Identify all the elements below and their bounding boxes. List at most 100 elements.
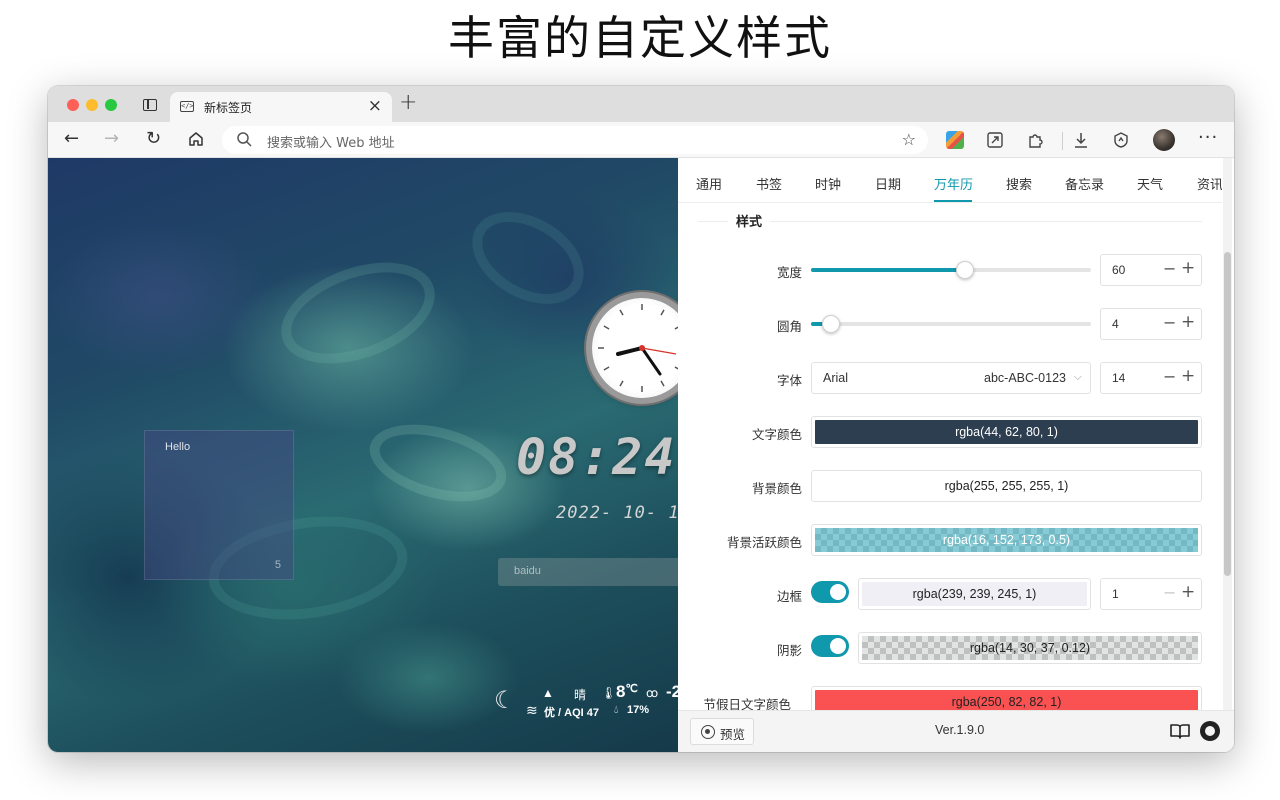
shadow-color-picker[interactable]: rgba(14, 30, 37, 0.12) [858,632,1202,664]
tab-weather[interactable]: 天气 [1137,174,1163,193]
eye-icon [701,725,715,739]
temperature: 8℃ [616,682,638,701]
forward-button[interactable]: → [104,128,119,149]
new-tab-page: Hello 5 08:24: 2022- 10- 10 星 [48,158,678,752]
extension-icon[interactable] [946,131,964,149]
bg-color-picker[interactable]: rgba(255, 255, 255, 1) [811,470,1202,502]
border-width-increment-button[interactable]: + [1181,582,1195,602]
bg-color-label: 背景颜色 [751,481,802,496]
aqi-value: 优 / AQI 47 [544,707,600,719]
humidity-value: 17% [627,704,650,716]
github-icon[interactable] [1200,721,1220,741]
tab-news[interactable]: 资讯 [1197,174,1222,193]
tab-search[interactable]: 搜索 [1006,174,1032,193]
more-menu-button[interactable]: ··· [1198,127,1218,148]
add-favorite-icon[interactable]: ☆ [902,130,916,149]
radius-value: 4 [1112,317,1119,331]
tab-memo[interactable]: 备忘录 [1065,174,1104,193]
font-size-value: 14 [1112,371,1126,385]
chevron-down-icon: ⌵ [1073,370,1082,383]
home-icon [189,132,203,146]
font-size-increment-button[interactable]: + [1181,366,1195,386]
tab-close-button[interactable]: × [368,96,382,116]
radius-slider[interactable] [811,315,1091,333]
radius-increment-button[interactable]: + [1181,312,1195,332]
download-icon[interactable] [1072,131,1090,149]
weather-widget[interactable]: ☾ ▲ 晴 🌡︎ 8℃ ꝏ -2 ≋ 优 / AQI 47 💧︎ 17% [494,680,678,740]
radius-slider-thumb[interactable] [821,315,840,333]
radius-stepper[interactable]: 4 − + [1100,308,1202,340]
bg-active-color-label: 背景活跃颜色 [726,535,802,550]
radius-label: 圆角 [776,319,802,334]
humidity-icon: 💧︎ [614,704,619,716]
active-tab-indicator [934,200,972,202]
thermometer-icon: 🌡︎ [601,686,617,700]
tab-calendar[interactable]: 万年历 [934,174,973,193]
fullscreen-icon[interactable] [986,131,1004,149]
digital-clock-date: 2022- 10- 10 星 [556,503,678,523]
book-icon[interactable] [1170,723,1190,739]
width-value: 60 [1112,263,1126,277]
bg-color-value: rgba(255, 255, 255, 1) [944,479,1069,493]
radius-decrement-button[interactable]: − [1163,313,1176,332]
page-search-placeholder: baidu [514,565,541,577]
font-select[interactable]: Arial abc-ABC-0123 ⌵ [811,362,1091,394]
text-color-picker[interactable]: rgba(44, 62, 80, 1) [811,416,1202,448]
tab-general[interactable]: 通用 [696,174,722,193]
background-swirl [361,411,515,515]
font-label: 字体 [776,373,802,388]
settings-scrollbar-thumb[interactable] [1224,252,1231,576]
width-slider[interactable] [811,261,1091,279]
font-size-stepper[interactable]: 14 − + [1100,362,1202,394]
text-color-value: rgba(44, 62, 80, 1) [955,425,1058,439]
border-color-picker[interactable]: rgba(239, 239, 245, 1) [858,578,1091,610]
width-label: 宽度 [776,265,802,280]
width-slider-thumb[interactable] [956,261,974,279]
home-button[interactable] [187,130,205,153]
border-toggle-knob [830,584,846,600]
reload-button[interactable]: ↻ [146,128,161,149]
settings-scrollbar[interactable] [1223,204,1232,710]
address-bar[interactable]: 搜索或输入 Web 地址 ☆ [222,126,928,154]
clock-face-icon [598,304,678,392]
width-slider-fill [811,268,965,272]
preview-button[interactable]: 预览 [690,718,754,745]
font-size-decrement-button[interactable]: − [1163,367,1176,386]
address-placeholder: 搜索或输入 Web 地址 [267,136,395,151]
shadow-color-value: rgba(14, 30, 37, 0.12) [969,641,1091,655]
preview-label: 预览 [720,727,746,742]
bg-active-color-picker[interactable]: rgba(16, 152, 173, 0.5) [811,524,1202,556]
new-tab-button[interactable]: + [399,90,417,115]
shadow-toggle[interactable] [811,635,849,657]
extensions-puzzle-icon[interactable] [1026,131,1044,149]
performance-icon[interactable] [1112,131,1130,149]
page-icon: </> [180,101,194,112]
zoom-window-button[interactable] [105,99,117,111]
close-window-button[interactable] [67,99,79,111]
scrollbar-top [1223,158,1232,204]
page-search-box[interactable]: baidu [498,558,678,586]
tab-new-tab[interactable]: </> 新标签页 × [170,92,392,122]
holiday-text-color-label: 节假日文字颜色 [703,697,791,710]
minimize-window-button[interactable] [86,99,98,111]
settings-footer: 预览 Ver.1.9.0 [678,710,1234,752]
settings-tabs: 通用 书签 时钟 日期 万年历 搜索 备忘录 天气 资讯 [678,158,1222,203]
air-quality-icon: ≋ [526,702,538,718]
width-stepper[interactable]: 60 − + [1100,254,1202,286]
memo-card[interactable]: Hello 5 [144,430,294,580]
tab-date[interactable]: 日期 [875,174,901,193]
profile-avatar[interactable] [1153,129,1175,151]
border-width-stepper[interactable]: 1 − + [1100,578,1202,610]
holiday-text-color-picker[interactable]: rgba(250, 82, 82, 1) [811,686,1202,710]
tab-clock[interactable]: 时钟 [815,174,841,193]
border-toggle[interactable] [811,581,849,603]
width-decrement-button[interactable]: − [1163,259,1176,278]
tab-actions-icon[interactable] [143,99,157,111]
back-button[interactable]: ← [64,128,79,149]
border-width-decrement-button[interactable]: − [1163,583,1176,602]
shadow-label: 阴影 [776,643,802,658]
font-family-value: Arial [823,371,849,385]
section-title: 样式 [728,211,771,230]
tab-bookmarks[interactable]: 书签 [756,174,782,193]
width-increment-button[interactable]: + [1181,258,1195,278]
